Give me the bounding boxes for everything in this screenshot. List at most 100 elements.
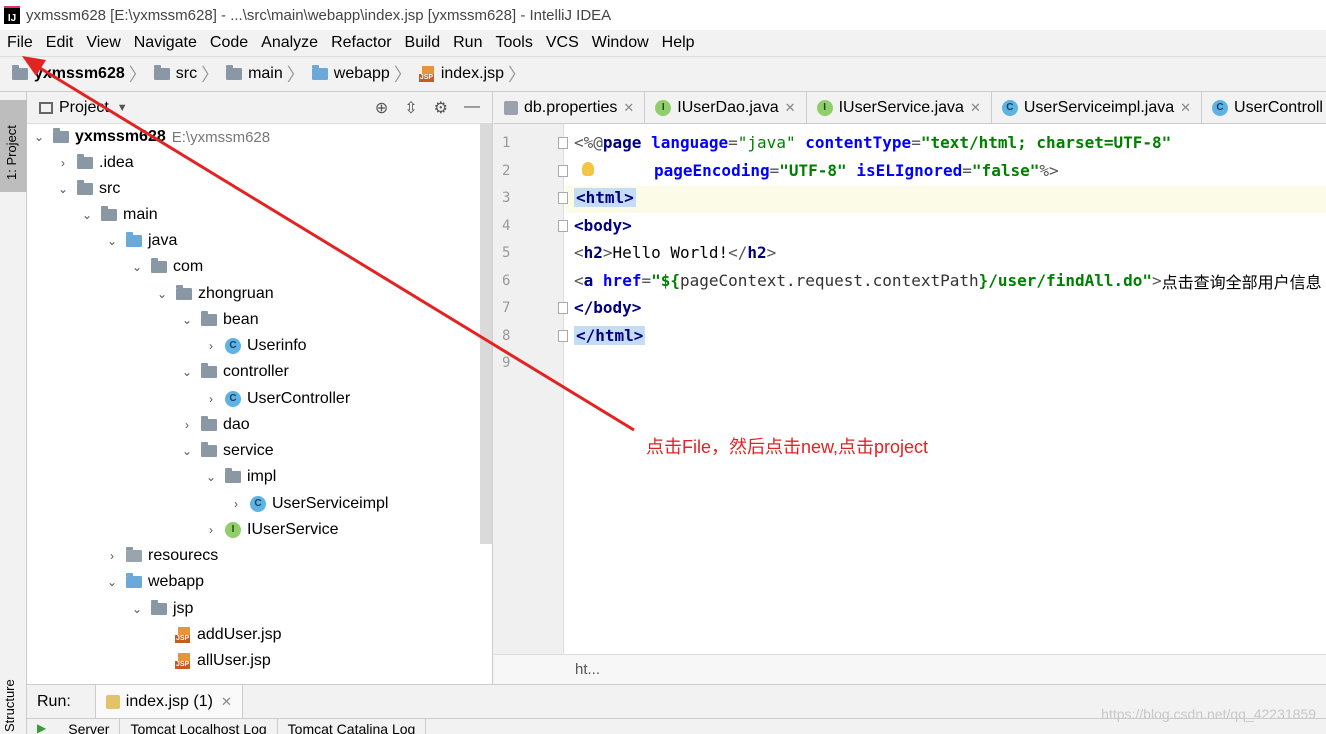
menu-navigate[interactable]: Navigate [134,34,197,52]
editor-path-crumb[interactable]: ht... [575,661,600,678]
chevron-right-icon: 〉 [393,65,412,85]
tree-item-userserviceimpl[interactable]: › C UserServiceimpl [27,491,388,517]
chevron-down-icon[interactable]: ⌄ [179,313,195,327]
menu-run[interactable]: Run [453,34,482,52]
chevron-right-icon[interactable]: › [203,339,219,353]
chevron-down-icon[interactable]: ⌄ [104,575,120,589]
tree-item-usercontroller[interactable]: › C UserController [27,386,350,412]
breadcrumb-src[interactable]: src 〉 [153,61,226,87]
chevron-down-icon[interactable]: ⌄ [104,234,120,248]
chevron-right-icon[interactable]: › [203,392,219,406]
tab-usercontroller[interactable]: C UserControll [1202,92,1326,123]
project-tree-scrollbar[interactable] [480,124,492,544]
collapse-all-icon[interactable]: ⇳ [404,98,417,118]
fold-marker-icon[interactable] [558,137,568,149]
menu-refactor[interactable]: Refactor [331,34,391,52]
code-token: > [1152,271,1162,290]
menu-help[interactable]: Help [662,34,695,52]
menu-build[interactable]: Build [405,34,441,52]
tree-item-adduser-jsp[interactable]: › addUser.jsp [27,622,282,648]
tree-item-java[interactable]: ⌄ java [27,228,177,254]
menu-vcs[interactable]: VCS [546,34,579,52]
chevron-down-icon[interactable]: ⌄ [129,260,145,274]
chevron-down-icon[interactable]: ⌄ [179,444,195,458]
menu-view[interactable]: View [86,34,120,52]
tree-item-dao[interactable]: › dao [27,412,250,438]
breadcrumb-index-jsp[interactable]: index.jsp 〉 [418,61,533,87]
menu-analyze[interactable]: Analyze [261,34,318,52]
chevron-down-icon[interactable]: ⌄ [154,287,170,301]
project-tree: ⌄ yxmssm628 E:\yxmssm628 › .idea ⌄ src ⌄… [27,124,492,684]
tree-item-idea[interactable]: › .idea [27,150,134,176]
chevron-down-icon[interactable]: ▼ [117,102,128,114]
tree-item-alluser-jsp[interactable]: › allUser.jsp [27,648,271,674]
minimize-icon[interactable]: — [464,98,480,118]
code-token: page [602,133,642,152]
subtab-tomcat-localhost-log[interactable]: Tomcat Localhost Log [120,719,278,734]
play-icon[interactable]: ▶ [37,721,46,734]
chevron-down-icon[interactable]: ⌄ [31,130,47,144]
close-icon[interactable]: ✕ [221,694,232,710]
code-editor[interactable]: 1 2 3 4 5 6 7 8 9 <%@ page language = "j… [494,124,1326,654]
tab-db-properties[interactable]: db.properties ✕ [494,92,646,123]
tree-item-webapp[interactable]: ⌄ webapp [27,569,204,595]
close-icon[interactable]: ✕ [785,100,796,116]
tree-item-zhongruan[interactable]: ⌄ zhongruan [27,281,274,307]
tree-item-main[interactable]: ⌄ main [27,202,158,228]
breadcrumb-project[interactable]: yxmssm628 〉 [12,61,154,87]
folder-icon [101,206,117,221]
breadcrumb-main[interactable]: main 〉 [226,61,312,87]
menu-code[interactable]: Code [210,34,248,52]
chevron-right-icon[interactable]: › [55,156,71,170]
menu-file[interactable]: File [7,34,33,52]
tree-item-src[interactable]: ⌄ src [27,176,120,202]
tab-iuserdao[interactable]: I IUserDao.java ✕ [645,92,807,123]
locate-icon[interactable]: ⊕ [375,98,388,118]
close-icon[interactable]: ✕ [970,100,981,116]
fold-marker-icon[interactable] [558,220,568,232]
code-token: href [602,271,642,290]
tab-userserviceimpl[interactable]: C UserServiceimpl.java ✕ [992,92,1203,123]
tree-item-label: UserController [247,390,351,407]
tree-item-userinfo[interactable]: › C Userinfo [27,333,307,359]
jsp-file-icon [175,653,193,669]
fold-marker-icon[interactable] [558,302,568,314]
chevron-down-icon[interactable]: ⌄ [55,182,71,196]
fold-marker-icon[interactable] [558,192,568,204]
gear-icon[interactable]: ⚙ [434,98,448,118]
menu-edit[interactable]: Edit [46,34,74,52]
tree-item-bean[interactable]: ⌄ bean [27,307,259,333]
tree-item-controller[interactable]: ⌄ controller [27,359,289,385]
chevron-down-icon[interactable]: ⌄ [179,365,195,379]
tree-item-resourecs[interactable]: › resourecs [27,543,218,569]
run-tab-index-jsp[interactable]: index.jsp (1) ✕ [94,684,243,719]
fold-marker-icon[interactable] [558,330,568,342]
chevron-right-icon[interactable]: › [228,497,244,511]
chevron-right-icon[interactable]: › [203,523,219,537]
chevron-right-icon[interactable]: › [179,418,195,432]
subtab-tomcat-catalina-log[interactable]: Tomcat Catalina Log [278,719,427,734]
menu-window[interactable]: Window [592,34,649,52]
tab-iuserservice[interactable]: I IUserService.java ✕ [807,92,992,123]
chevron-down-icon[interactable]: ⌄ [79,208,95,222]
chevron-down-icon[interactable]: ⌄ [129,602,145,616]
chevron-right-icon[interactable]: › [104,549,120,563]
subtab-server[interactable]: Server [58,719,121,734]
close-icon[interactable]: ✕ [623,100,634,116]
project-tool-button[interactable]: 1: Project [0,100,27,192]
close-icon[interactable]: ✕ [1180,100,1191,116]
tree-item-jsp[interactable]: ⌄ jsp [27,596,193,622]
structure-tool-button[interactable]: Structure [2,679,17,732]
tree-item-project-root[interactable]: ⌄ yxmssm628 E:\yxmssm628 [27,124,270,150]
chevron-down-icon[interactable]: ⌄ [203,470,219,484]
project-panel-title[interactable]: Project [59,99,109,117]
menu-tools[interactable]: Tools [495,34,532,52]
fold-marker-icon[interactable] [558,165,568,177]
tree-item-com[interactable]: ⌄ com [27,254,203,280]
tree-item-impl[interactable]: ⌄ impl [27,464,276,490]
lightbulb-icon[interactable] [582,162,594,176]
breadcrumb-webapp[interactable]: webapp 〉 [311,61,419,87]
code-token: "text/html; charset=UTF-8" [920,133,1172,152]
tree-item-service[interactable]: ⌄ service [27,438,274,464]
tree-item-iuserservice[interactable]: › I IUserService [27,517,339,543]
